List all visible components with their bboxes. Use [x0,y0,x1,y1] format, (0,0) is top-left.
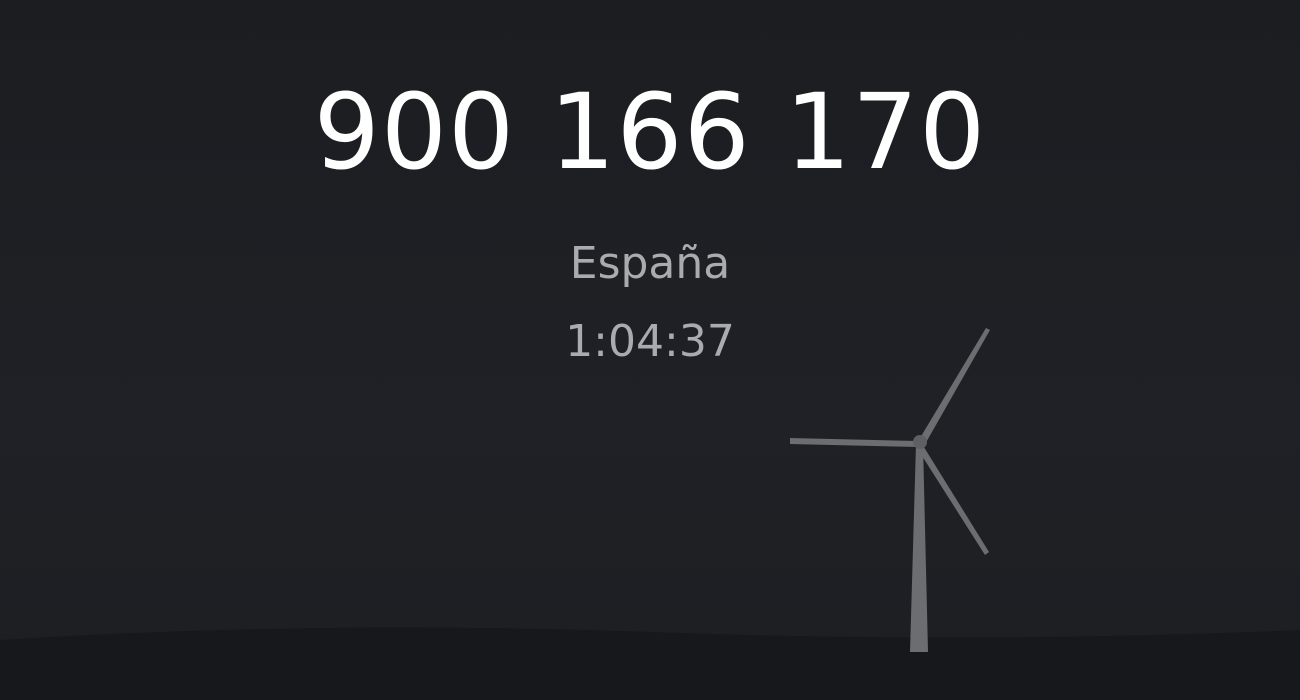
in-call-screen: 900 166 170 España 1:04:37 [0,0,1300,700]
caller-country-label: España [569,238,731,289]
wind-turbine-icon [790,328,990,652]
caller-phone-number: 900 166 170 [313,71,987,193]
background-hill [0,627,1300,700]
call-duration-timer: 1:04:37 [565,316,735,367]
